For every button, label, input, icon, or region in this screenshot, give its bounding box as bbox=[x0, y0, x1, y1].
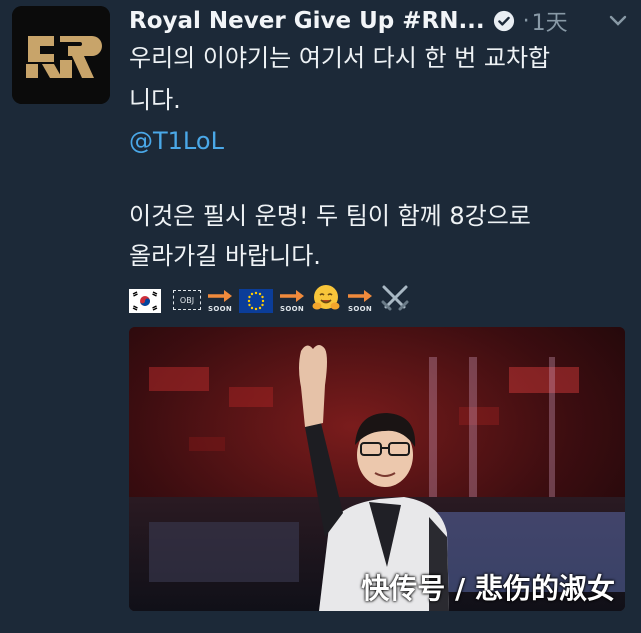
tweet-text-line-4: 올라가길 바랍니다. bbox=[129, 242, 321, 270]
avatar[interactable] bbox=[12, 6, 110, 104]
right-arrow-icon bbox=[348, 290, 372, 302]
tweet-text-line-1: 우리의 이야기는 여기서 다시 한 번 교차합 bbox=[129, 44, 551, 72]
author-name[interactable]: Royal Never Give Up #RN... bbox=[129, 8, 485, 34]
mention-link[interactable]: @T1LoL bbox=[129, 126, 224, 156]
obj-label: OBJ bbox=[179, 295, 195, 305]
separator-dot: · bbox=[522, 8, 530, 34]
eu-flag-icon bbox=[239, 289, 273, 313]
soon-label: SOON bbox=[279, 305, 304, 313]
right-arrow-icon bbox=[208, 290, 232, 302]
tweet-text-line-2: 니다. bbox=[129, 86, 181, 114]
watermark-text: 快传号 / 悲伤的淑女 bbox=[361, 572, 615, 605]
obj-box-icon: OBJ bbox=[173, 290, 201, 310]
verified-badge-icon bbox=[493, 10, 514, 32]
tweet-text-line-3: 이것은 필시 운명! 두 팀이 함께 8강으로 bbox=[129, 202, 531, 230]
soon-label: SOON bbox=[207, 305, 232, 313]
hugging-face-icon bbox=[312, 285, 340, 310]
tweet-time[interactable]: 1天 bbox=[532, 5, 568, 37]
right-arrow-icon bbox=[280, 290, 304, 302]
soon-arrow-1: SOON bbox=[205, 288, 235, 313]
soon-arrow-3: SOON bbox=[345, 288, 375, 313]
soon-arrow-2: SOON bbox=[277, 288, 307, 313]
emoji-row: OBJ SOON SOON SOON bbox=[129, 279, 411, 313]
tweet-photo[interactable]: 快传号 / 悲伤的淑女 bbox=[129, 327, 625, 611]
chevron-down-icon[interactable] bbox=[608, 14, 628, 28]
crossed-swords-icon bbox=[381, 285, 409, 311]
tweet-header: Royal Never Give Up #RN... · 1天 bbox=[129, 4, 634, 38]
rng-logo bbox=[12, 6, 110, 104]
korea-flag-icon bbox=[129, 289, 161, 313]
soon-label: SOON bbox=[347, 305, 372, 313]
